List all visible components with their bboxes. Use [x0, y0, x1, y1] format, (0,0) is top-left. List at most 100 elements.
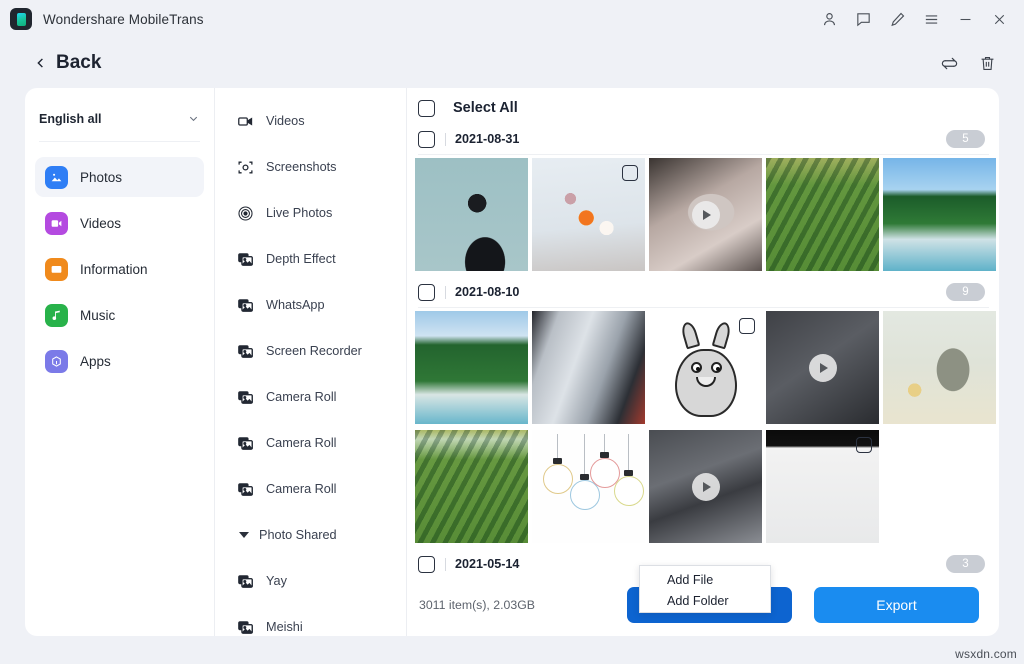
- category-group-photo-shared[interactable]: Photo Shared: [215, 512, 406, 558]
- sidebar-item-apps[interactable]: Apps: [35, 341, 204, 381]
- date-group-header[interactable]: 2021-08-31 5: [410, 124, 999, 154]
- category-item-whatsapp[interactable]: WhatsApp: [215, 282, 406, 328]
- photo-thumbnail[interactable]: [532, 430, 645, 543]
- date-group-count: 3: [946, 555, 985, 573]
- category-item-label: Videos: [266, 114, 305, 128]
- date-group-label: 2021-05-14: [455, 557, 519, 571]
- album-icon: [237, 297, 254, 314]
- back-button[interactable]: Back: [34, 52, 101, 74]
- photo-thumbnail[interactable]: [415, 430, 528, 543]
- category-item-screen-recorder[interactable]: Screen Recorder: [215, 328, 406, 374]
- export-button[interactable]: Export: [814, 587, 979, 623]
- divider: [445, 286, 446, 299]
- photos-icon: [45, 166, 68, 189]
- category-group-label: Photo Shared: [259, 528, 337, 542]
- trash-icon[interactable]: [968, 44, 1006, 82]
- select-all-checkbox[interactable]: [418, 100, 435, 117]
- category-item-camera-roll-1[interactable]: Camera Roll: [215, 374, 406, 420]
- sidebar-item-label: Music: [80, 308, 115, 323]
- photo-thumbnail[interactable]: [415, 158, 528, 271]
- category-item-label: Camera Roll: [266, 482, 337, 496]
- category-item-label: Screenshots: [266, 160, 337, 174]
- close-icon[interactable]: [982, 3, 1016, 35]
- date-group-count: 9: [946, 283, 985, 301]
- sidebar-item-photos[interactable]: Photos: [35, 157, 204, 197]
- sidebar-list: Photos Videos Information: [25, 142, 214, 381]
- photo-thumbnail[interactable]: [766, 158, 879, 271]
- language-selector[interactable]: English all: [39, 96, 200, 142]
- category-item-label: Screen Recorder: [266, 344, 362, 358]
- thumbnail-checkbox[interactable]: [622, 165, 638, 181]
- select-all-label: Select All: [453, 100, 518, 116]
- category-item-screenshots[interactable]: Screenshots: [215, 144, 406, 190]
- context-menu: Add File Add Folder: [639, 565, 771, 613]
- live-photo-icon: [237, 205, 254, 222]
- album-icon: [237, 481, 254, 498]
- video-thumbnail[interactable]: [766, 311, 879, 424]
- context-menu-item-add-file[interactable]: Add File: [640, 569, 770, 590]
- category-item-camera-roll-2[interactable]: Camera Roll: [215, 420, 406, 466]
- category-item-videos[interactable]: Videos: [215, 98, 406, 144]
- album-icon: [237, 573, 254, 590]
- photo-thumbnail[interactable]: [532, 311, 645, 424]
- information-icon: [45, 258, 68, 281]
- item-count-label: 3011 item(s), 2.03GB: [419, 598, 535, 612]
- thumbnail-art: [532, 430, 645, 543]
- menu-icon[interactable]: [914, 3, 948, 35]
- select-all-row[interactable]: Select All: [410, 92, 999, 124]
- sidebar-item-videos[interactable]: Videos: [35, 203, 204, 243]
- play-icon[interactable]: [692, 201, 720, 229]
- category-item-label: Depth Effect: [266, 252, 336, 266]
- category-item-depth-effect[interactable]: Depth Effect: [215, 236, 406, 282]
- photo-grid: [410, 155, 999, 274]
- photo-scroll-area[interactable]: Select All 2021-08-31 5: [407, 88, 999, 574]
- edit-pen-icon[interactable]: [880, 3, 914, 35]
- mobiletrans-logo-icon: [10, 8, 32, 30]
- sidebar-item-information[interactable]: Information: [35, 249, 204, 289]
- photo-thumbnail[interactable]: [415, 311, 528, 424]
- feedback-icon[interactable]: [846, 3, 880, 35]
- album-icon: [237, 343, 254, 360]
- app-title: Wondershare MobileTrans: [43, 12, 204, 27]
- thumbnail-checkbox[interactable]: [739, 318, 755, 334]
- category-item-meishi[interactable]: Meishi: [215, 604, 406, 636]
- album-icon: [237, 435, 254, 452]
- sidebar-item-label: Apps: [80, 354, 111, 369]
- date-group-checkbox[interactable]: [418, 556, 435, 573]
- minimize-icon[interactable]: [948, 3, 982, 35]
- main-panel: English all Photos: [25, 88, 999, 636]
- chevron-left-icon: [34, 55, 47, 71]
- category-item-camera-roll-3[interactable]: Camera Roll: [215, 466, 406, 512]
- sidebar-item-label: Videos: [80, 216, 121, 231]
- photo-thumbnail[interactable]: [883, 311, 996, 424]
- category-item-label: Camera Roll: [266, 436, 337, 450]
- category-item-label: Yay: [266, 574, 287, 588]
- sidebar-item-label: Photos: [80, 170, 122, 185]
- category-item-yay[interactable]: Yay: [215, 558, 406, 604]
- play-icon[interactable]: [809, 354, 837, 382]
- sidebar-item-music[interactable]: Music: [35, 295, 204, 335]
- account-icon[interactable]: [812, 3, 846, 35]
- date-group-checkbox[interactable]: [418, 131, 435, 148]
- video-thumbnail[interactable]: [649, 158, 762, 271]
- category-item-label: Live Photos: [266, 206, 332, 220]
- date-group-checkbox[interactable]: [418, 284, 435, 301]
- category-item-live-photos[interactable]: Live Photos: [215, 190, 406, 236]
- caret-down-icon: [239, 532, 249, 538]
- date-group-label: 2021-08-31: [455, 132, 519, 146]
- content-area: Select All 2021-08-31 5: [407, 88, 999, 636]
- photo-thumbnail[interactable]: [649, 311, 762, 424]
- context-menu-item-add-folder[interactable]: Add Folder: [640, 590, 770, 611]
- transfer-arrows-icon[interactable]: [930, 44, 968, 82]
- date-group-header[interactable]: 2021-08-10 9: [410, 277, 999, 307]
- video-thumbnail[interactable]: [649, 430, 762, 543]
- photo-thumbnail[interactable]: [532, 158, 645, 271]
- screenshot-icon: [237, 159, 254, 176]
- photo-thumbnail[interactable]: [883, 158, 996, 271]
- sub-header: Back: [0, 38, 1024, 88]
- music-icon: [45, 304, 68, 327]
- date-group-count: 5: [946, 130, 985, 148]
- play-icon[interactable]: [692, 473, 720, 501]
- thumbnail-checkbox[interactable]: [856, 437, 872, 453]
- photo-thumbnail[interactable]: [766, 430, 879, 543]
